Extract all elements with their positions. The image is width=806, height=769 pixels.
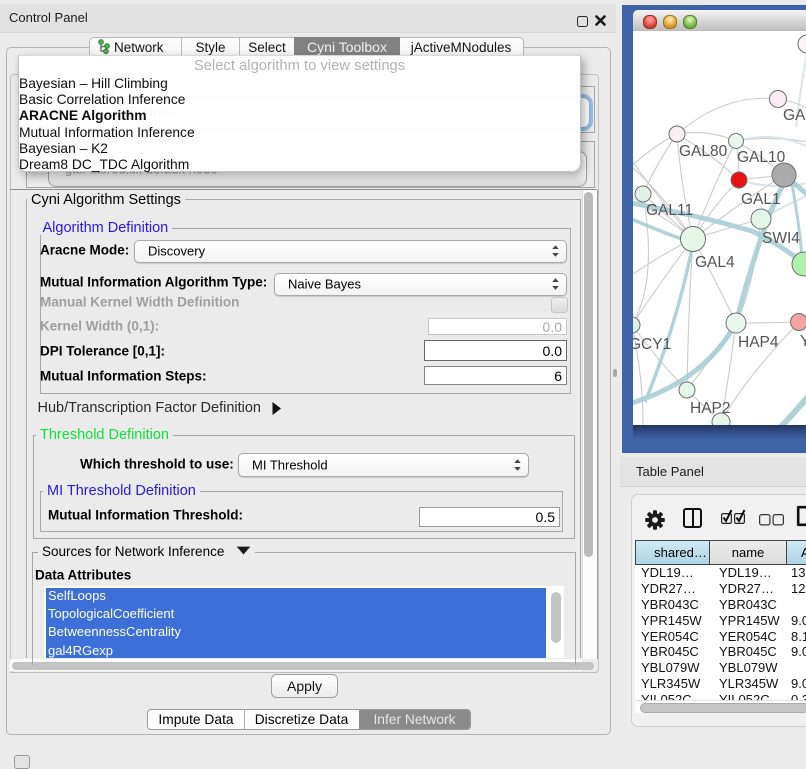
svg-text:GAL11: GAL11 <box>646 202 693 219</box>
svg-text:GAL80: GAL80 <box>679 143 728 160</box>
svg-text:SWI4: SWI4 <box>762 230 800 247</box>
svg-text:HAP4: HAP4 <box>738 334 779 351</box>
svg-text:GAL7: GAL7 <box>783 107 806 124</box>
svg-text:GAL10: GAL10 <box>737 149 786 166</box>
svg-text:HAP2: HAP2 <box>690 400 731 417</box>
svg-text:YJL: YJL <box>800 333 806 350</box>
svg-text:GAL1: GAL1 <box>741 191 781 208</box>
svg-text:GAL4: GAL4 <box>695 254 735 271</box>
svg-text:GCY1: GCY1 <box>633 336 671 353</box>
